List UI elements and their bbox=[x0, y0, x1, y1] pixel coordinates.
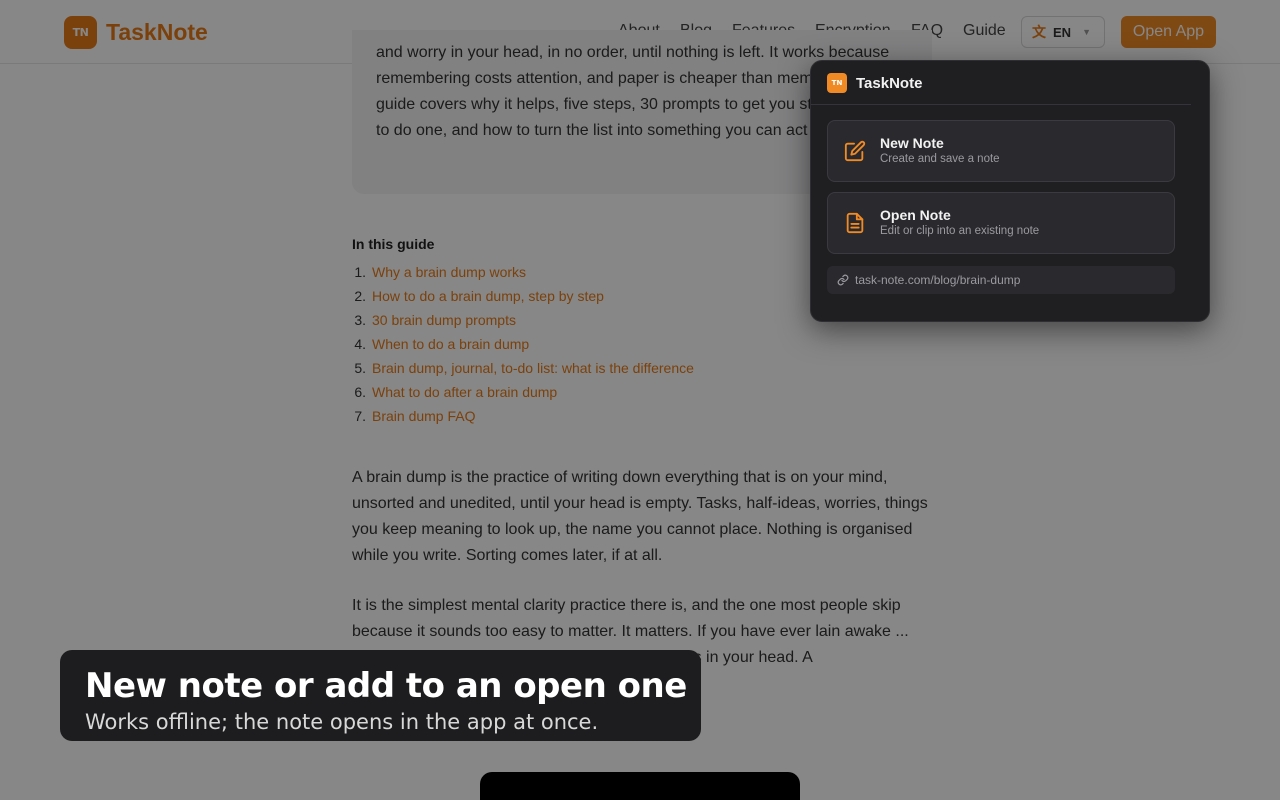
page-url: task-note.com/blog/brain-dump bbox=[855, 273, 1021, 287]
new-note-subtitle: Create and save a note bbox=[880, 153, 1000, 165]
divider bbox=[811, 104, 1191, 105]
page-url-bar: task-note.com/blog/brain-dump bbox=[827, 266, 1175, 294]
caption-subtitle: Works offline; the note opens in the app… bbox=[85, 710, 599, 734]
document-icon bbox=[846, 212, 864, 234]
popup-header: TN TaskNote bbox=[827, 73, 922, 93]
open-note-subtitle: Edit or clip into an existing note bbox=[880, 225, 1040, 237]
bottom-media-block bbox=[480, 772, 800, 800]
edit-icon bbox=[844, 140, 866, 162]
popup-title: TaskNote bbox=[856, 74, 923, 92]
caption-card: New note or add to an open one Works off… bbox=[60, 650, 701, 741]
open-note-title: Open Note bbox=[880, 207, 951, 223]
open-note-button[interactable]: Open Note Edit or clip into an existing … bbox=[827, 192, 1175, 254]
popup-logo-icon: TN bbox=[827, 73, 847, 93]
new-note-button[interactable]: New Note Create and save a note bbox=[827, 120, 1175, 182]
new-note-title: New Note bbox=[880, 135, 944, 151]
link-icon bbox=[837, 274, 849, 286]
extension-popup: TN TaskNote New Note Create and save a n… bbox=[810, 60, 1210, 322]
caption-title: New note or add to an open one bbox=[85, 666, 687, 706]
